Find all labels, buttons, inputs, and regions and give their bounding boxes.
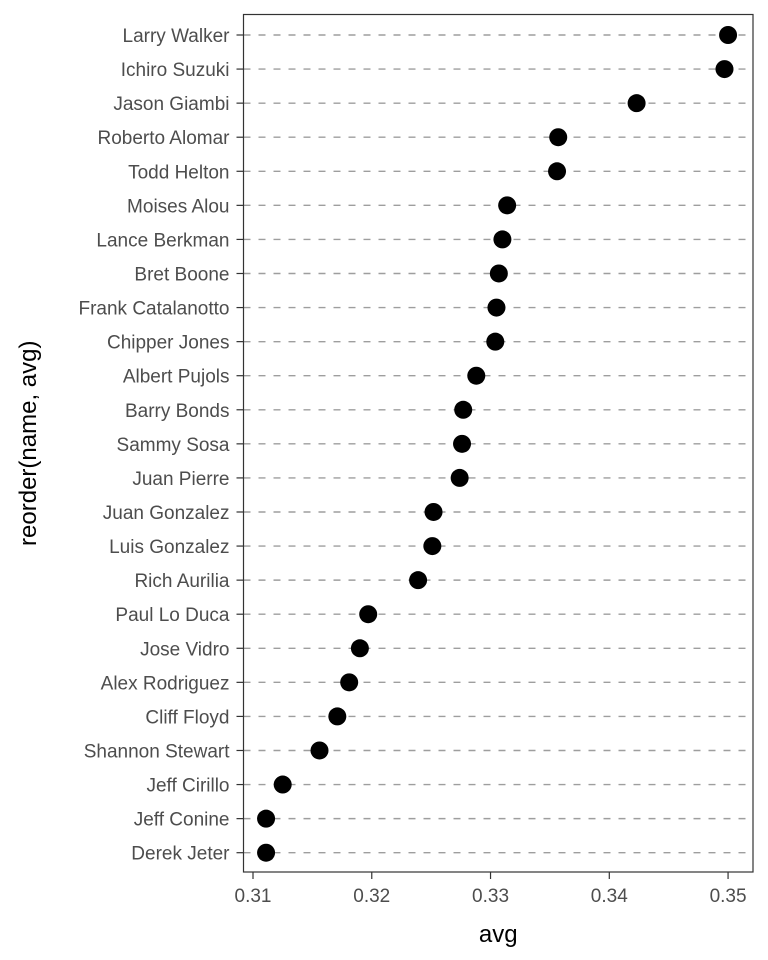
y-tick-label: Luis Gonzalez	[109, 537, 229, 558]
y-tick-label: Derek Jeter	[131, 844, 230, 865]
y-tick-label: Todd Helton	[128, 162, 229, 183]
gridlines	[243, 34, 753, 854]
y-tick-label: Jason Giambi	[113, 94, 229, 115]
y-tick-label: Jeff Conine	[134, 810, 230, 831]
y-tick-label: Lance Berkman	[96, 230, 229, 251]
data-point	[423, 537, 442, 556]
data-point	[257, 843, 276, 862]
y-tick-label: Cliff Floyd	[145, 707, 229, 728]
data-point	[273, 775, 292, 794]
data-point	[489, 264, 508, 283]
data-point	[450, 468, 469, 487]
x-axis: 0.31 0.32 0.33 0.34 0.35	[235, 872, 747, 907]
y-tick-label: Rich Aurilia	[134, 571, 229, 592]
data-point	[257, 809, 276, 828]
x-axis-title: avg	[479, 921, 518, 948]
data-point	[328, 707, 347, 726]
y-axis-title: reorder(name, avg)	[15, 341, 42, 546]
data-point	[627, 94, 646, 113]
y-tick-label: Ichiro Suzuki	[121, 60, 230, 81]
data-point	[424, 502, 443, 521]
y-tick-label: Alex Rodriguez	[101, 673, 230, 694]
data-point	[493, 230, 512, 249]
y-tick-label: Roberto Alomar	[97, 128, 230, 149]
dot-plot-chart: Larry Walker Ichiro Suzuki Jason Giambi Rob…	[15, 13, 754, 948]
data-point	[498, 196, 517, 215]
y-tick-label: Jeff Cirillo	[146, 776, 229, 797]
x-tick-label: 0.35	[710, 886, 747, 907]
data-point	[359, 605, 378, 624]
y-tick-label: Barry Bonds	[125, 401, 230, 422]
y-tick-label: Shannon Stewart	[84, 741, 230, 762]
y-tick-label: Bret Boone	[134, 264, 229, 285]
data-point	[454, 400, 473, 419]
data-point	[310, 741, 329, 760]
x-tick-label: 0.33	[472, 886, 509, 907]
data-point	[467, 366, 486, 385]
y-tick-label: Juan Gonzalez	[103, 503, 230, 524]
y-tick-label: Paul Lo Duca	[115, 605, 230, 626]
x-tick-label: 0.34	[591, 886, 628, 907]
data-point	[715, 60, 734, 79]
data-point	[409, 571, 428, 590]
y-tick-label: Moises Alou	[127, 196, 229, 217]
data-point	[549, 128, 568, 147]
y-axis: Larry Walker Ichiro Suzuki Jason Giambi Rob…	[78, 26, 244, 865]
data-point	[453, 434, 472, 453]
data-point	[350, 639, 369, 658]
y-tick-label: Sammy Sosa	[117, 435, 230, 456]
y-tick-label: Jose Vidro	[140, 639, 229, 660]
data-point	[340, 673, 359, 692]
y-tick-label: Chipper Jones	[107, 333, 230, 354]
data-point	[548, 162, 567, 181]
y-tick-label: Larry Walker	[123, 26, 231, 47]
x-tick-label: 0.31	[235, 886, 272, 907]
y-tick-label: Juan Pierre	[132, 469, 229, 490]
data-point	[487, 298, 506, 317]
data-point	[486, 332, 505, 351]
y-tick-label: Albert Pujols	[123, 367, 230, 388]
data-point	[719, 26, 738, 44]
x-tick-label: 0.32	[353, 886, 390, 907]
y-tick-label: Frank Catalanotto	[78, 299, 229, 320]
